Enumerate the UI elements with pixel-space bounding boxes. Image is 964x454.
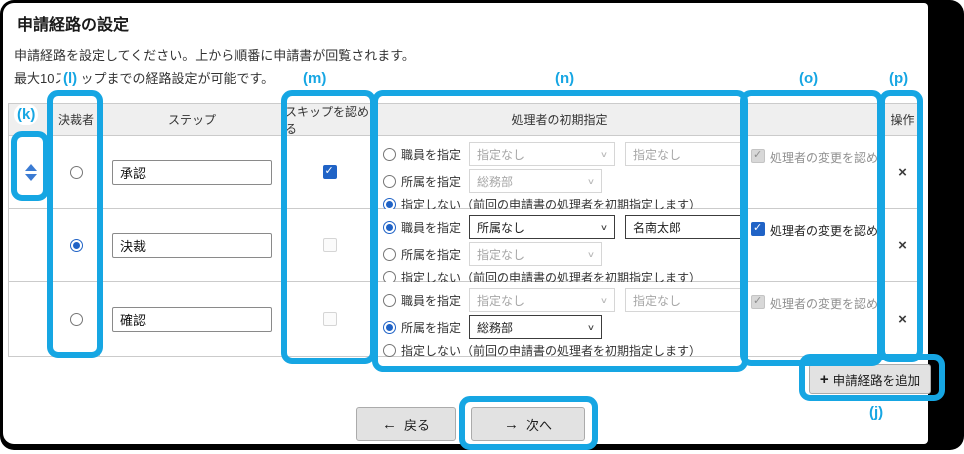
table-row-1-move-cell bbox=[9, 136, 53, 209]
assign-staff-label: 職員を指定 bbox=[401, 292, 461, 309]
table-row-2-approver-cell bbox=[53, 209, 100, 282]
chevron-down-icon: ∨ bbox=[600, 150, 608, 159]
add-route-button[interactable]: + 申請経路を追加 bbox=[809, 364, 931, 394]
table-row-2-initial-cell: 職員を指定 所属なし∨ 名南太郎∨ 所属を指定 指定なし∨ 指定しない（前回の申… bbox=[375, 209, 745, 282]
table-row-3-skip-cell bbox=[285, 282, 375, 357]
step-name-input-row-2[interactable] bbox=[112, 233, 272, 258]
header-initial-assignee: 処理者の初期指定 bbox=[375, 104, 745, 136]
assign-dept-radio-row-1[interactable] bbox=[383, 175, 396, 188]
chevron-down-icon: ∨ bbox=[600, 296, 608, 305]
screenshot-stage: 申請経路の設定 申請経路を設定してください。上から順番に申請書が回覧されます。 … bbox=[0, 0, 964, 454]
table-row-2-move-cell bbox=[9, 209, 53, 282]
header-step: ステップ bbox=[100, 104, 285, 136]
assign-staff-radio-row-1[interactable] bbox=[383, 148, 396, 161]
delete-row-button-row-3[interactable]: × bbox=[898, 312, 907, 327]
assign-staff-radio-row-2[interactable] bbox=[383, 221, 396, 234]
chevron-down-icon: ∨ bbox=[587, 177, 595, 186]
step-name-input-row-3[interactable] bbox=[112, 307, 272, 332]
header-move bbox=[9, 104, 53, 136]
dept-select-row-1[interactable]: 総務部∨ bbox=[469, 169, 602, 193]
plus-icon: + bbox=[820, 371, 829, 388]
assign-staff-label: 職員を指定 bbox=[401, 219, 461, 236]
table-row-3-step-cell bbox=[100, 282, 285, 357]
assign-dept-label: 所属を指定 bbox=[401, 173, 461, 190]
allow-change-checkbox-row-2[interactable] bbox=[751, 222, 765, 236]
skip-checkbox-row-1[interactable] bbox=[323, 165, 337, 179]
table-row-1-change-cell: 処理者の変更を認める bbox=[745, 136, 883, 209]
staff-dept-select-row-3[interactable]: 指定なし∨ bbox=[469, 288, 615, 312]
header-change-permission bbox=[745, 104, 883, 136]
assign-staff-radio-row-3[interactable] bbox=[383, 294, 396, 307]
table-row-1-skip-cell bbox=[285, 136, 375, 209]
next-button[interactable]: → 次へ bbox=[471, 407, 585, 441]
approver-radio-row-1[interactable] bbox=[70, 166, 83, 179]
table-row-2-change-cell: 処理者の変更を認める bbox=[745, 209, 883, 282]
allow-change-label: 処理者の変更を認める bbox=[770, 295, 890, 312]
table-row-2-skip-cell bbox=[285, 209, 375, 282]
table-row-1-action-cell: × bbox=[883, 136, 923, 209]
table-row-2-action-cell: × bbox=[883, 209, 923, 282]
skip-checkbox-row-3[interactable] bbox=[323, 312, 337, 326]
table-row-1-approver-cell bbox=[53, 136, 100, 209]
header-approver: 決裁者 bbox=[53, 104, 100, 136]
approver-radio-row-3[interactable] bbox=[70, 313, 83, 326]
move-down-icon bbox=[25, 174, 37, 181]
approver-radio-row-2[interactable] bbox=[70, 239, 83, 252]
allow-change-checkbox-row-1[interactable] bbox=[751, 149, 765, 163]
table-row-2-step-cell bbox=[100, 209, 285, 282]
page-title: 申請経路の設定 bbox=[17, 11, 129, 35]
description-line-2: 最大10ステップまでの経路設定が可能です。 bbox=[14, 68, 274, 87]
allow-change-checkbox-row-3[interactable] bbox=[751, 295, 765, 309]
staff-dept-select-row-1[interactable]: 指定なし∨ bbox=[469, 142, 615, 166]
assign-dept-radio-row-2[interactable] bbox=[383, 248, 396, 261]
header-skip: スキップを認める bbox=[285, 104, 375, 136]
chevron-down-icon: ∨ bbox=[587, 323, 595, 332]
description-line-1: 申請経路を設定してください。上から順番に申請書が回覧されます。 bbox=[14, 45, 415, 64]
chevron-down-icon: ∨ bbox=[600, 223, 608, 232]
allow-change-label: 処理者の変更を認める bbox=[770, 149, 890, 166]
assign-dept-radio-row-3[interactable] bbox=[383, 321, 396, 334]
header-action: 操作 bbox=[883, 104, 923, 136]
delete-row-button-row-2[interactable]: × bbox=[898, 238, 907, 253]
skip-checkbox-row-2[interactable] bbox=[323, 238, 337, 252]
assign-staff-label: 職員を指定 bbox=[401, 146, 461, 163]
delete-row-button-row-1[interactable]: × bbox=[898, 165, 907, 180]
arrow-right-icon: → bbox=[504, 416, 519, 433]
chevron-down-icon: ∨ bbox=[587, 250, 595, 259]
table-row-1-step-cell bbox=[100, 136, 285, 209]
table-row-3-action-cell: × bbox=[883, 282, 923, 357]
step-name-input-row-1[interactable] bbox=[112, 160, 272, 185]
route-table: 決裁者 ステップ スキップを認める 処理者の初期指定 操作 職員を指定 指定なし… bbox=[8, 103, 923, 357]
move-up-icon bbox=[25, 164, 37, 171]
staff-dept-select-row-2[interactable]: 所属なし∨ bbox=[469, 215, 615, 239]
assign-none-radio-row-3[interactable] bbox=[383, 344, 396, 357]
dept-select-row-3[interactable]: 総務部∨ bbox=[469, 315, 602, 339]
table-row-3-move-cell bbox=[9, 282, 53, 357]
assign-none-label: 指定しない（前回の申請書の処理者を初期指定します） bbox=[401, 342, 701, 359]
back-button[interactable]: ← 戻る bbox=[356, 407, 456, 441]
table-row-3-approver-cell bbox=[53, 282, 100, 357]
arrow-left-icon: ← bbox=[382, 416, 397, 433]
assign-dept-label: 所属を指定 bbox=[401, 246, 461, 263]
table-row-1-initial-cell: 職員を指定 指定なし∨ 指定なし∨ 所属を指定 総務部∨ 指定しない（前回の申請… bbox=[375, 136, 745, 209]
dept-select-row-2[interactable]: 指定なし∨ bbox=[469, 242, 602, 266]
move-row-handle[interactable] bbox=[25, 164, 37, 181]
table-row-3-initial-cell: 職員を指定 指定なし∨ 指定なし∨ 所属を指定 総務部∨ 指定しない（前回の申請… bbox=[375, 282, 745, 357]
table-row-3-change-cell: 処理者の変更を認める bbox=[745, 282, 883, 357]
allow-change-label: 処理者の変更を認める bbox=[770, 222, 890, 239]
assign-dept-label: 所属を指定 bbox=[401, 319, 461, 336]
